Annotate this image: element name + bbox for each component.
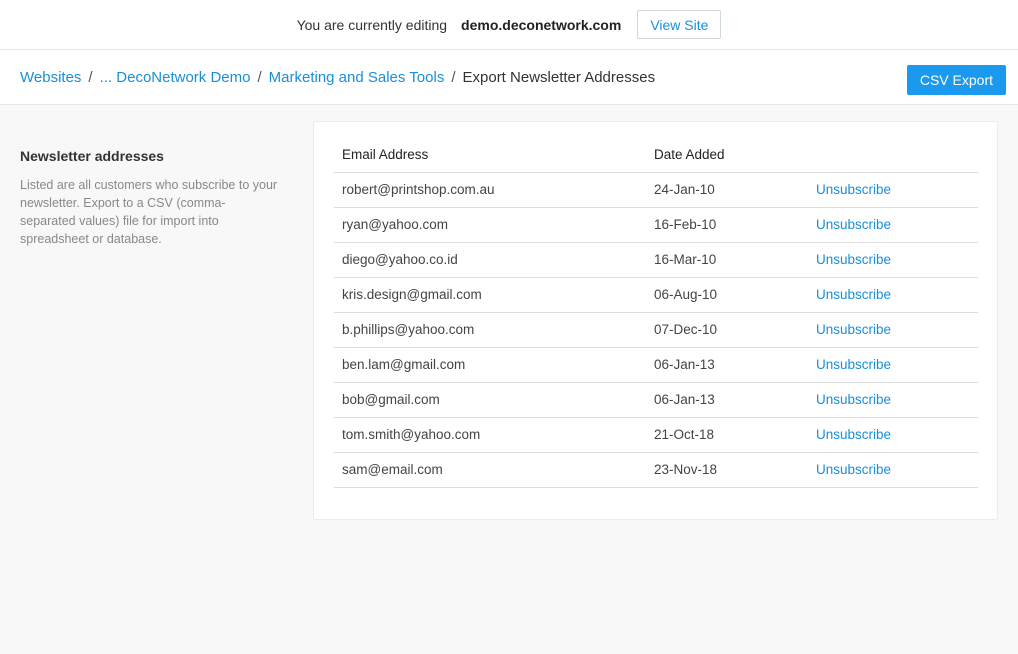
date-cell: 07-Dec-10 (646, 312, 808, 348)
breadcrumb-marketing-tools[interactable]: Marketing and Sales Tools (269, 69, 445, 86)
unsubscribe-link[interactable]: Unsubscribe (808, 452, 978, 488)
sidebar-info: Newsletter addresses Listed are all cust… (20, 148, 280, 248)
table-row: diego@yahoo.co.id 16-Mar-10 Unsubscribe (334, 242, 978, 278)
view-site-button[interactable]: View Site (637, 10, 722, 39)
unsubscribe-link[interactable]: Unsubscribe (808, 417, 978, 453)
section-title: Newsletter addresses (20, 148, 164, 164)
table-header-row: Email Address Date Added (334, 137, 978, 173)
unsubscribe-link[interactable]: Unsubscribe (808, 242, 978, 278)
unsubscribe-link[interactable]: Unsubscribe (808, 172, 978, 208)
table-row: ryan@yahoo.com 16-Feb-10 Unsubscribe (334, 207, 978, 243)
email-cell: bob@gmail.com (334, 382, 646, 418)
addresses-card: Email Address Date Added robert@printsho… (313, 121, 998, 520)
column-action (808, 137, 978, 173)
unsubscribe-link[interactable]: Unsubscribe (808, 277, 978, 313)
breadcrumb-separator: / (88, 68, 93, 86)
email-cell: b.phillips@yahoo.com (334, 312, 646, 348)
unsubscribe-link[interactable]: Unsubscribe (808, 382, 978, 418)
table-row: tom.smith@yahoo.com 21-Oct-18 Unsubscribe (334, 417, 978, 453)
date-cell: 23-Nov-18 (646, 452, 808, 488)
editing-bar: You are currently editing demo.deconetwo… (0, 0, 1018, 50)
breadcrumb-current: Export Newsletter Addresses (462, 68, 656, 86)
editing-domain: demo.deconetwork.com (461, 16, 622, 33)
main-content: Newsletter addresses Listed are all cust… (0, 105, 1018, 654)
email-cell: ryan@yahoo.com (334, 207, 646, 243)
date-cell: 06-Jan-13 (646, 382, 808, 418)
date-cell: 21-Oct-18 (646, 417, 808, 453)
column-email: Email Address (334, 137, 646, 173)
section-description: Listed are all customers who subscribe t… (20, 178, 278, 246)
unsubscribe-link[interactable]: Unsubscribe (808, 347, 978, 383)
email-cell: diego@yahoo.co.id (334, 242, 646, 278)
date-cell: 16-Feb-10 (646, 207, 808, 243)
email-cell: robert@printshop.com.au (334, 172, 646, 208)
csv-export-button[interactable]: CSV Export (906, 65, 1006, 95)
breadcrumb-separator: / (257, 68, 262, 86)
editing-prefix: You are currently editing (296, 16, 448, 33)
table-row: bob@gmail.com 06-Jan-13 Unsubscribe (334, 382, 978, 418)
unsubscribe-link[interactable]: Unsubscribe (808, 312, 978, 348)
table-row: kris.design@gmail.com 06-Aug-10 Unsubscrib… (334, 277, 978, 313)
unsubscribe-link[interactable]: Unsubscribe (808, 207, 978, 243)
table-row: b.phillips@yahoo.com 07-Dec-10 Unsubscribe (334, 312, 978, 348)
date-cell: 06-Aug-10 (646, 277, 808, 313)
table-row: robert@printshop.com.au 24-Jan-10 Unsubscr… (334, 172, 978, 208)
breadcrumb-websites[interactable]: Websites (20, 69, 81, 86)
date-cell: 24-Jan-10 (646, 172, 808, 208)
newsletter-table: Email Address Date Added robert@printsho… (334, 137, 978, 488)
email-cell: tom.smith@yahoo.com (334, 417, 646, 453)
table-row: sam@email.com 23-Nov-18 Unsubscribe (334, 452, 978, 488)
email-cell: kris.design@gmail.com (334, 277, 646, 313)
email-cell: sam@email.com (334, 452, 646, 488)
breadcrumb: Websites / ... DecoNetwork Demo / Market… (0, 50, 1018, 105)
date-cell: 16-Mar-10 (646, 242, 808, 278)
breadcrumb-deconetwork-demo[interactable]: ... DecoNetwork Demo (100, 69, 251, 86)
date-cell: 06-Jan-13 (646, 347, 808, 383)
email-cell: ben.lam@gmail.com (334, 347, 646, 383)
breadcrumb-separator: / (451, 68, 456, 86)
column-date: Date Added (646, 137, 808, 173)
table-row: ben.lam@gmail.com 06-Jan-13 Unsubscribe (334, 347, 978, 383)
